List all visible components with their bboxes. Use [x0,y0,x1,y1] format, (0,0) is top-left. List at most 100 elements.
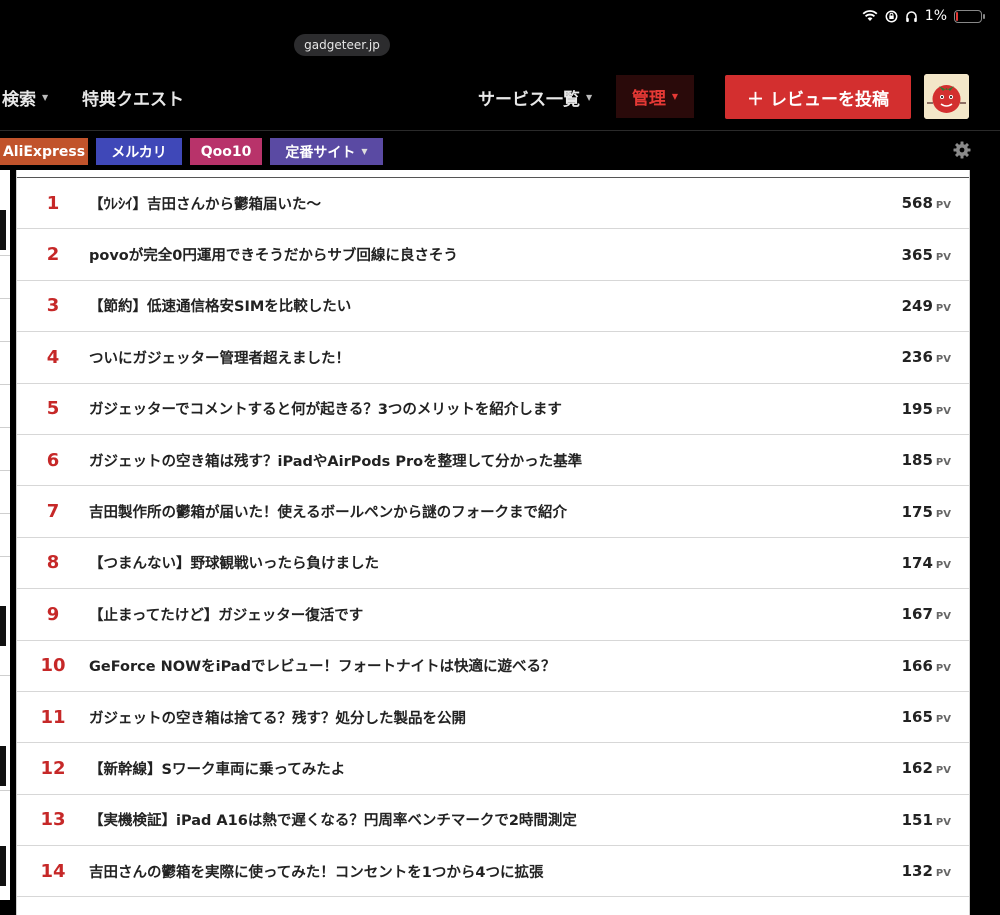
page-view-count: 185 PV [869,451,969,469]
pv-value: 185 [901,451,933,470]
nav-quest-label: 特典クエスト [82,89,184,110]
article-title-link[interactable]: ガジェッターでコメントすると何が起きる？3つのメリットを紹介します [89,398,869,419]
user-avatar[interactable] [924,74,969,119]
ranking-row[interactable]: 9 【止まってたけど】ガジェッター復活です 167 PV [17,589,969,641]
rank-number: 1 [46,192,60,214]
panel-top-border [17,170,969,178]
rank-number: 4 [46,346,60,368]
sidebar-separator [0,675,10,676]
article-title-link[interactable]: 【止まってたけど】ガジェッター復活です [89,604,869,625]
page-view-count: 175 PV [869,503,969,521]
status-icons: 1% [862,8,985,24]
ranking-row[interactable]: 7 吉田製作所の鬱箱が届いた！使えるボールペンから謎のフォークまで紹介 175 PV [17,486,969,538]
url-bar[interactable]: gadgeteer.jp [294,34,390,56]
pv-unit: PV [935,354,951,366]
ranking-row[interactable]: 8 【つまんない】野球観戦いったら負けました 174 PV [17,538,969,590]
pv-value: 365 [901,245,933,264]
pv-unit: PV [935,868,951,880]
article-title-link[interactable]: 吉田製作所の鬱箱が届いた！使えるボールペンから謎のフォークまで紹介 [89,501,869,522]
sidebar-separator [0,384,10,385]
article-title-link[interactable]: 【つまんない】野球観戦いったら負けました [89,552,869,573]
sidebar-separator [0,341,10,342]
page-view-count: 174 PV [869,554,969,572]
sidebar-separator [0,427,10,428]
page-view-count: 162 PV [869,759,969,777]
rank-number: 12 [40,757,66,779]
caret-down-icon: ▼ [671,92,679,101]
nav-search[interactable]: 検索 ▼ [2,68,48,126]
ranking-list: 1 【ｳﾚｼｲ】吉田さんから鬱箱届いた〜 568 PV 2 povoが完全0円運用できそう… [17,178,969,898]
page-view-count: 151 PV [869,811,969,829]
ranking-row[interactable]: 4 ついにガジェッター管理者超えました！ 236 PV [17,332,969,384]
tab-mercari-label: メルカリ [111,144,167,161]
article-title-link[interactable]: ガジェットの空き箱は捨てる？残す？処分した製品を公開 [89,707,869,728]
post-review-label: ＋ レビューを投稿 [747,89,889,110]
header-divider [0,130,1000,131]
caret-down-icon: ▼ [586,92,593,102]
ranking-row[interactable]: 14 吉田さんの鬱箱を実際に使ってみた！コンセントを1つから4つに拡張 132 PV [17,846,969,898]
sidebar-block [0,606,6,646]
sidebar-block [0,746,6,786]
rank-number: 5 [46,398,60,420]
tab-standard-sites[interactable]: 定番サイト ▼ [270,138,383,165]
sidebar-block [0,846,6,886]
post-review-button[interactable]: ＋ レビューを投稿 [725,75,911,119]
nav-admin-label: 管理 [631,89,666,109]
article-title-link[interactable]: 【新幹線】Sワーク車両に乗ってみたよ [89,758,869,779]
rank-number: 10 [40,655,66,677]
ranking-row[interactable]: 3 【節約】低速通信格安SIMを比較したい 249 PV [17,281,969,333]
rank-number: 2 [46,244,60,266]
pv-unit: PV [935,816,951,828]
rank-number: 3 [46,295,60,317]
pv-value: 174 [901,553,933,572]
article-title-link[interactable]: 【節約】低速通信格安SIMを比較したい [89,295,869,316]
ranking-row[interactable]: 6 ガジェットの空き箱は残す？iPadやAirPods Proを整理して分かった基… [17,435,969,487]
nav-quest[interactable]: 特典クエスト [82,68,184,126]
rank-number: 8 [46,552,60,574]
pv-unit: PV [935,251,951,263]
pv-unit: PV [935,611,951,623]
rank-number: 9 [46,603,60,625]
gear-icon[interactable] [952,140,972,160]
page-view-count: 568 PV [869,194,969,212]
page-view-count: 236 PV [869,348,969,366]
pv-unit: PV [935,508,951,520]
caret-down-icon: ▼ [361,147,368,156]
ranking-row[interactable]: 12 【新幹線】Sワーク車両に乗ってみたよ 162 PV [17,743,969,795]
pv-unit: PV [935,714,951,726]
ranking-row[interactable]: 1 【ｳﾚｼｲ】吉田さんから鬱箱届いた〜 568 PV [17,178,969,230]
tomato-avatar-icon [924,74,969,119]
ranking-row[interactable]: 5 ガジェッターでコメントすると何が起きる？3つのメリットを紹介します 195 PV [17,384,969,435]
article-title-link[interactable]: ついにガジェッター管理者超えました！ [89,347,869,368]
rank-number: 14 [40,860,66,882]
sidebar-separator [0,513,10,514]
article-title-link[interactable]: 【ｳﾚｼｲ】吉田さんから鬱箱届いた〜 [89,193,869,214]
ranking-panel: 1 【ｳﾚｼｲ】吉田さんから鬱箱届いた〜 568 PV 2 povoが完全0円運用できそう… [16,170,970,915]
article-title-link[interactable]: ガジェットの空き箱は残す？iPadやAirPods Proを整理して分かった基準 [89,450,869,471]
status-bar: 1% [0,0,1000,34]
battery-icon [954,9,985,23]
ranking-row[interactable]: 10 GeForce NOWをiPadでレビュー！フォートナイトは快適に遊べる？ 1… [17,641,969,692]
pv-unit: PV [935,457,951,469]
tab-qoo10[interactable]: Qoo10 [190,138,262,165]
ranking-row[interactable]: 2 povoが完全0円運用できそうだからサブ回線に良さそう 365 PV [17,229,969,281]
article-title-link[interactable]: GeForce NOWをiPadでレビュー！フォートナイトは快適に遊べる？ [89,655,869,676]
nav-admin[interactable]: 管理 ▼ [616,75,694,118]
pv-value: 166 [901,656,933,675]
pv-unit: PV [935,662,951,674]
pv-value: 249 [901,296,933,315]
pv-unit: PV [935,765,951,777]
sidebar-separator [0,298,10,299]
tab-mercari[interactable]: メルカリ [96,138,182,165]
rank-number: 13 [40,809,66,831]
tab-aliexpress[interactable]: AliExpress [0,138,88,165]
article-title-link[interactable]: povoが完全0円運用できそうだからサブ回線に良さそう [89,244,869,265]
article-title-link[interactable]: 吉田さんの鬱箱を実際に使ってみた！コンセントを1つから4つに拡張 [89,861,869,882]
rank-number: 6 [46,449,60,471]
article-title-link[interactable]: 【実機検証】iPad A16は熱で遅くなる？円周率ベンチマークで2時間測定 [89,809,869,830]
pv-value: 132 [901,862,933,881]
pv-unit: PV [935,200,951,212]
nav-services[interactable]: サービス一覧 ▼ [478,68,592,126]
ranking-row[interactable]: 13 【実機検証】iPad A16は熱で遅くなる？円周率ベンチマークで2時間測定 1… [17,795,969,847]
ranking-row[interactable]: 11 ガジェットの空き箱は捨てる？残す？処分した製品を公開 165 PV [17,692,969,744]
